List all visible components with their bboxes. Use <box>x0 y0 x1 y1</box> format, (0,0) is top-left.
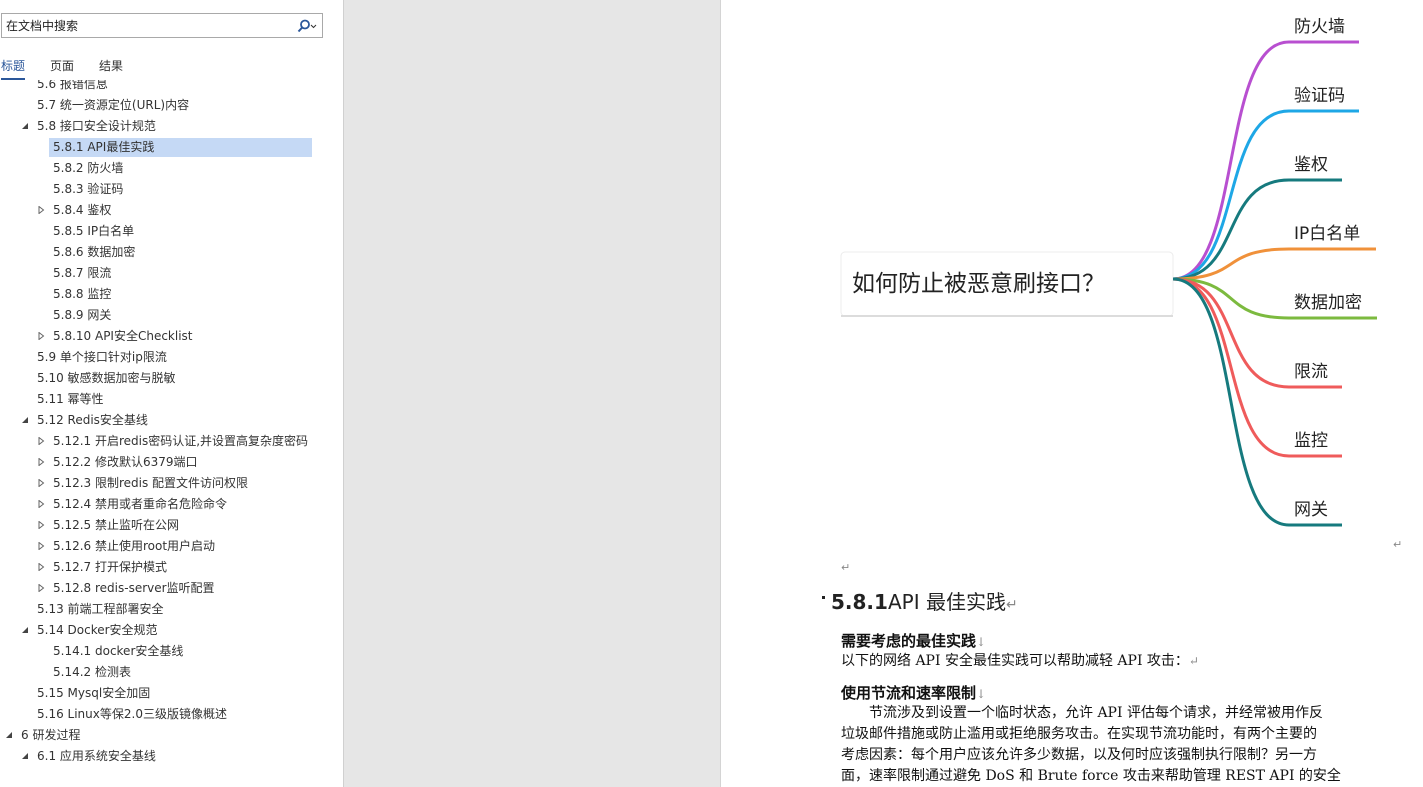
expand-toggle-icon[interactable] <box>37 516 47 535</box>
paragraph-line: 垃圾邮件措施或防止滥用或拒绝服务攻击。在实现节流功能时，有两个主要的 <box>841 726 1317 742</box>
best-practices-intro: 以下的网络 API 安全最佳实践可以帮助减轻 API 攻击：↵ <box>841 653 1199 669</box>
outline-item[interactable]: 5.6 报错信息 <box>37 80 108 94</box>
paragraph-mark: ↵ <box>1393 538 1403 551</box>
outline-item[interactable]: 5.8.1 API最佳实践 <box>49 138 312 157</box>
expand-toggle-icon[interactable] <box>37 579 47 598</box>
mindmap-branch-label: 鉴权 <box>1294 155 1328 175</box>
mindmap-branch-line <box>1172 277 1342 527</box>
nav-tabs: 标题 页面 结果 <box>0 54 330 80</box>
expand-toggle-icon[interactable] <box>37 537 47 556</box>
throttling-subtitle-text: 使用节流和速率限制 <box>841 684 977 702</box>
paragraph-line: 面，速率限制通过避免 DoS 和 Brute force 攻击来帮助管理 RES… <box>841 768 1341 784</box>
outline-item[interactable]: 5.8.7 限流 <box>53 264 111 283</box>
outline-item[interactable]: 5.11 幂等性 <box>37 390 104 409</box>
outline-item[interactable]: 5.12.2 修改默认6379端口 <box>53 453 198 472</box>
outline-item[interactable]: 5.8.4 鉴权 <box>53 201 111 220</box>
outline-item[interactable]: 5.12.5 禁止监听在公网 <box>53 516 179 535</box>
expand-toggle-icon[interactable] <box>37 495 47 514</box>
expand-toggle-icon[interactable] <box>37 432 47 451</box>
paragraph-line: 节流涉及到设置一个临时状态，允许 API 评估每个请求，并经常被用作反 <box>841 705 1323 721</box>
navigation-pane: 标题 页面 结果 5.6 报错信息 5.7 统一资源定位(URL)内容 5.8 接口… <box>0 0 344 787</box>
document-page[interactable]: 如何防止被恶意刷接口？ 防火墙 验证码 鉴权 IP白名单 数据加密 限流 监控 网关 ↵ ↵ … <box>720 0 1423 787</box>
collapse-toggle-icon[interactable] <box>21 747 31 766</box>
paragraph-mark: ↵ <box>1005 597 1018 613</box>
outline-item[interactable]: 5.8.10 API安全Checklist <box>53 327 193 346</box>
tab-headings[interactable]: 标题 <box>1 57 26 80</box>
outline-item[interactable]: 6 研发过程 <box>21 726 80 745</box>
expand-toggle-icon[interactable] <box>37 474 47 493</box>
search-button[interactable] <box>294 16 320 35</box>
heading-title: API 最佳实践 <box>887 590 1006 614</box>
mindmap-branch-label: 验证码 <box>1294 86 1345 106</box>
outline-item[interactable]: 5.13 前端工程部署安全 <box>37 600 164 619</box>
tab-pages[interactable]: 页面 <box>50 57 74 78</box>
outline-item[interactable]: 5.12.1 开启redis密码认证,并设置高复杂度密码 <box>53 432 308 451</box>
expand-toggle-icon[interactable] <box>37 453 47 472</box>
heading-bullet <box>822 596 825 599</box>
outline-item[interactable]: 5.8.5 IP白名单 <box>53 222 134 241</box>
outline-item[interactable]: 5.14 Docker安全规范 <box>37 621 158 640</box>
tab-results[interactable]: 结果 <box>99 57 123 78</box>
outline-item[interactable]: 5.14.1 docker安全基线 <box>53 642 183 661</box>
search-icon <box>297 19 317 32</box>
outline-item[interactable]: 5.12.6 禁止使用root用户启动 <box>53 537 215 556</box>
mindmap-figure: 如何防止被恶意刷接口？ 防火墙验证码鉴权 IP白名单数据加密限流监控网关 <box>840 17 1377 527</box>
mindmap-branch-label: 网关 <box>1294 500 1328 520</box>
mindmap-branch-label: IP白名单 <box>1294 224 1360 244</box>
workspace-background <box>344 0 720 787</box>
mindmap-branch-label: 数据加密 <box>1294 293 1362 313</box>
expand-toggle-icon[interactable] <box>37 327 47 346</box>
mindmap-branch-label: 监控 <box>1294 431 1328 451</box>
paragraph-mark: ↵ <box>841 561 851 574</box>
outline-item[interactable]: 6.1 应用系统安全基线 <box>37 747 156 766</box>
outline-item[interactable]: 5.8 接口安全设计规范 <box>37 117 156 136</box>
outline-item[interactable]: 5.8.3 验证码 <box>53 180 123 199</box>
collapse-toggle-icon[interactable] <box>5 726 15 745</box>
collapse-toggle-icon[interactable] <box>21 621 31 640</box>
best-practices-subtitle: 需要考虑的最佳实践↓ <box>841 632 987 650</box>
throttling-subtitle: 使用节流和速率限制↓ <box>841 684 987 702</box>
outline-item[interactable]: 5.8.2 防火墙 <box>53 159 123 178</box>
outline-item[interactable]: 5.8.6 数据加密 <box>53 243 135 262</box>
best-practices-subtitle-text: 需要考虑的最佳实践 <box>841 632 977 650</box>
outline-item[interactable]: 5.9 单个接口针对ip限流 <box>37 348 167 367</box>
outline-item[interactable]: 5.12.3 限制redis 配置文件访问权限 <box>53 474 248 493</box>
outline-item[interactable]: 5.15 Mysql安全加固 <box>37 684 150 703</box>
best-practices-intro-text: 以下的网络 API 安全最佳实践可以帮助减轻 API 攻击： <box>841 653 1189 669</box>
paragraph-line: 考虑因素：每个用户应该允许多少数据，以及何时应该强制执行限制？另一方 <box>841 747 1317 763</box>
outline-item[interactable]: 5.12.8 redis-server监听配置 <box>53 579 215 598</box>
mindmap-branches: 防火墙验证码鉴权 IP白名单数据加密限流监控网关 <box>1172 17 1377 527</box>
expand-toggle-icon[interactable] <box>37 558 47 577</box>
mindmap-branch-label: 防火墙 <box>1294 17 1345 37</box>
outline-item[interactable]: 5.8.8 监控 <box>53 285 111 304</box>
search-input[interactable] <box>6 16 286 35</box>
mindmap-root-label: 如何防止被恶意刷接口？ <box>852 271 1105 297</box>
outline-item[interactable]: 5.7 统一资源定位(URL)内容 <box>37 96 189 115</box>
outline-item[interactable]: 5.16 Linux等保2.0三级版镜像概述 <box>37 705 227 724</box>
outline-item[interactable]: 5.10 敏感数据加密与脱敏 <box>37 369 176 388</box>
collapse-toggle-icon[interactable] <box>21 411 31 430</box>
mindmap-branch-label: 限流 <box>1294 362 1328 382</box>
heading-outline: 5.6 报错信息 5.7 统一资源定位(URL)内容 5.8 接口安全设计规范 5.8… <box>0 80 330 787</box>
heading-number: 5.8.1 <box>831 590 888 614</box>
outline-item[interactable]: 5.12 Redis安全基线 <box>37 411 148 430</box>
expand-toggle-icon[interactable] <box>37 201 47 220</box>
outline-item[interactable]: 5.14.2 检测表 <box>53 663 131 682</box>
search-box <box>1 13 323 38</box>
outline-item[interactable]: 5.12.7 打开保护模式 <box>53 558 167 577</box>
outline-item[interactable]: 5.8.9 网关 <box>53 306 111 325</box>
collapse-toggle-icon[interactable] <box>21 117 31 136</box>
outline-item[interactable]: 5.12.4 禁用或者重命名危险命令 <box>53 495 227 514</box>
mindmap-branch-line <box>1172 109 1359 281</box>
section-heading: 5.8.1API 最佳实践↵ <box>822 586 1018 615</box>
